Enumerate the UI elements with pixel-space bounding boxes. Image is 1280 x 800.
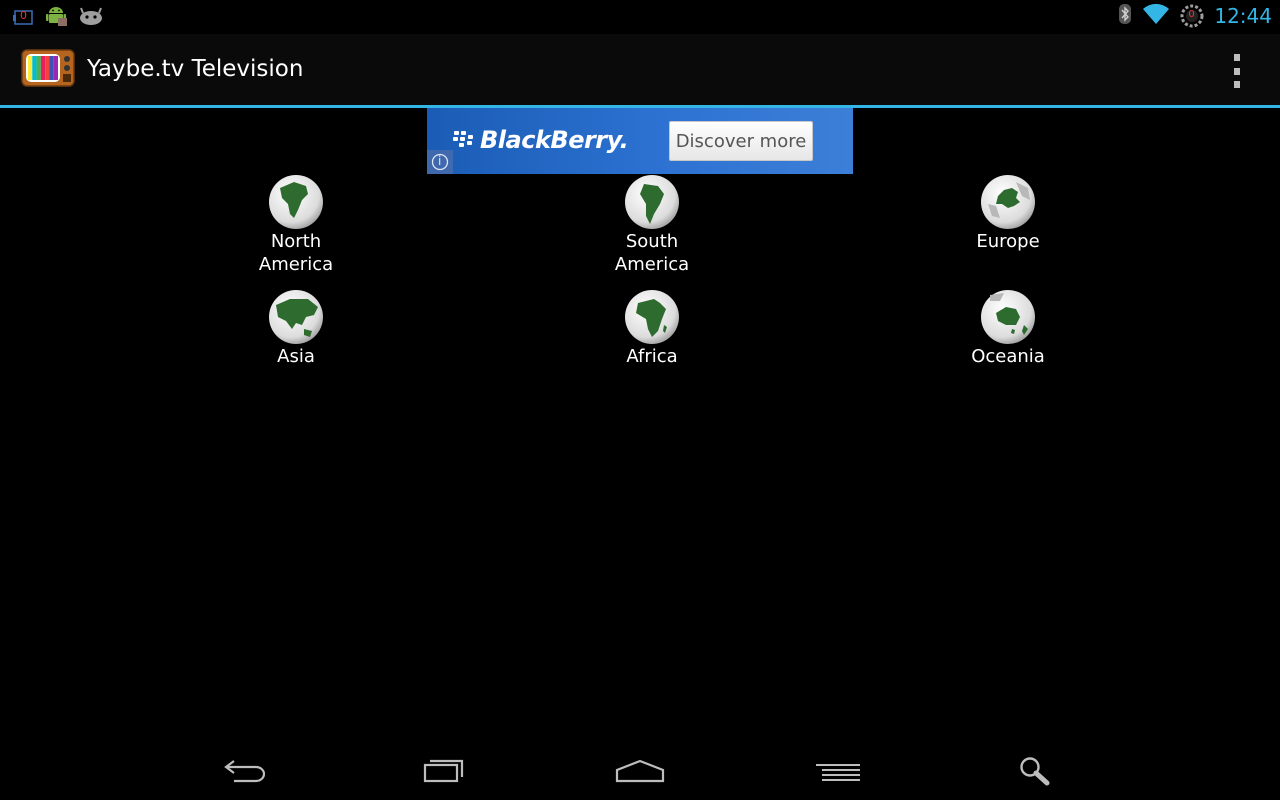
overflow-menu-button[interactable] bbox=[1226, 54, 1248, 88]
overflow-dot bbox=[1234, 54, 1240, 61]
asia-globe-icon bbox=[269, 290, 323, 344]
bluetooth-icon bbox=[1118, 3, 1132, 29]
wifi-icon bbox=[1142, 3, 1170, 29]
overflow-dot bbox=[1234, 67, 1240, 75]
continent-oceania[interactable]: Oceania bbox=[928, 289, 1088, 368]
continent-north-america[interactable]: North America bbox=[216, 174, 376, 276]
android-debug-icon bbox=[44, 5, 68, 31]
continent-europe[interactable]: Europe bbox=[928, 174, 1088, 253]
africa-globe-icon bbox=[625, 290, 679, 344]
ad-banner[interactable]: BlackBerry. Discover more i bbox=[427, 108, 853, 174]
europe-globe-icon bbox=[981, 175, 1035, 229]
screen: 0 0 12:44 Yaybe.tv Television BlackBerry… bbox=[0, 0, 1280, 800]
alarm-counter-icon: 0 bbox=[1180, 4, 1204, 28]
notification-counter-icon: 0 bbox=[12, 9, 34, 27]
search-button[interactable] bbox=[1005, 750, 1065, 790]
overflow-dot bbox=[1234, 81, 1240, 88]
south-america-globe-icon bbox=[625, 175, 679, 229]
status-system: 0 12:44 bbox=[1118, 3, 1272, 29]
home-icon bbox=[615, 759, 665, 783]
continent-label: Oceania bbox=[971, 346, 1045, 367]
continent-asia[interactable]: Asia bbox=[216, 289, 376, 368]
notification-badge: 0 bbox=[20, 9, 27, 22]
continent-africa[interactable]: Africa bbox=[572, 289, 732, 368]
north-america-globe-icon bbox=[269, 175, 323, 229]
ad-info-glyph: i bbox=[438, 154, 442, 168]
continent-south-america[interactable]: South America bbox=[572, 174, 732, 276]
recent-apps-icon bbox=[423, 759, 464, 783]
status-bar: 0 0 12:44 bbox=[0, 0, 1280, 33]
continent-label: North America bbox=[258, 231, 334, 275]
continent-label: South America bbox=[614, 231, 690, 275]
alarm-badge: 0 bbox=[1188, 9, 1195, 20]
app-title: Yaybe.tv Television bbox=[87, 56, 304, 82]
continent-label: Africa bbox=[626, 346, 678, 367]
status-clock: 12:44 bbox=[1214, 4, 1272, 28]
menu-button[interactable] bbox=[808, 750, 868, 790]
status-notifications: 0 bbox=[12, 5, 104, 31]
continent-label: Europe bbox=[976, 231, 1040, 252]
oceania-globe-icon bbox=[981, 290, 1035, 344]
android-robot-icon bbox=[78, 6, 104, 30]
recent-apps-button[interactable] bbox=[413, 750, 473, 790]
ad-info-icon[interactable]: i bbox=[427, 150, 453, 174]
blackberry-logo-icon bbox=[452, 129, 476, 149]
navigation-bar bbox=[0, 740, 1280, 800]
back-button[interactable] bbox=[214, 750, 274, 790]
ad-discover-button[interactable]: Discover more bbox=[669, 121, 813, 161]
ad-brand-name: BlackBerry. bbox=[480, 126, 629, 154]
home-button[interactable] bbox=[610, 750, 670, 790]
back-icon bbox=[224, 760, 266, 783]
continent-label: Asia bbox=[277, 346, 315, 367]
search-icon bbox=[1020, 757, 1050, 786]
menu-icon bbox=[816, 764, 860, 781]
tv-app-icon[interactable] bbox=[21, 49, 75, 87]
